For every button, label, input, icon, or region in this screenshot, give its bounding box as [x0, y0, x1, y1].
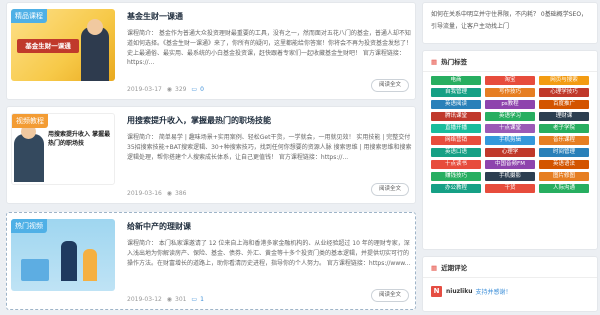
tag-button[interactable]: 图片修图 [539, 172, 589, 181]
tag-button[interactable]: 心理学 [485, 148, 535, 157]
tag-button[interactable]: 淘宝 [485, 76, 535, 85]
tag-button[interactable]: 理财课 [539, 112, 589, 121]
tag-button[interactable]: ps教程 [485, 100, 535, 109]
post-card: 用搜索提升收入 掌握最热门的职场技 视频教程 用搜索提升收入，掌握最热门的职场技… [6, 106, 416, 204]
tag-button[interactable]: 手机摄影 [485, 172, 535, 181]
eye-icon: ◉ [166, 296, 173, 303]
post-category-tag[interactable]: 热门视频 [11, 219, 47, 233]
post-excerpt: 课程简介： 本门私家课邀请了 12 位来自上海和香港多家金融机构的、从业经验超过… [127, 240, 411, 267]
post-list: 基金生财一课通 精品课程 基金生财一课通 课程简介： 基金作为普通大众投资理财最… [6, 2, 416, 315]
widget-title: ▦ 热门标签 [423, 51, 597, 72]
post-excerpt: 课程简介： 基金作为普通大众投资理财最重要的工具，没有之一，然而面对五花八门的基… [127, 30, 412, 67]
tag-button[interactable]: 英语语法 [539, 160, 589, 169]
tag-button[interactable]: 十点课堂 [485, 124, 535, 133]
post-date: 2019-03-12 [127, 296, 162, 303]
tag-button[interactable]: 干货 [485, 184, 535, 193]
post-card: 基金生财一课通 精品课程 基金生财一课通 课程简介： 基金作为普通大众投资理财最… [6, 2, 416, 100]
post-title[interactable]: 基金生财一课通 [127, 11, 412, 22]
widget-title: ▦ 近期评论 [423, 257, 597, 278]
post-comments: 1 [200, 296, 204, 303]
comment-item[interactable]: N niuzliku 支持并感谢！ [423, 278, 597, 305]
search-suggestions-widget: 如何在关系中明立并守住界限，不内耗？ 0基础概学SEO，引导流量，让客户主动找上… [422, 2, 598, 44]
person-figure [14, 134, 44, 182]
read-more-button[interactable]: 阅读全文 [371, 79, 409, 92]
comment-text[interactable]: 支持并感谢！ [475, 287, 511, 296]
post-views: 301 [175, 296, 187, 303]
tag-grid: 电商 淘宝 网页与搜索 自我管理 写作技巧 心理学技巧 英语阅读 ps教程 百度推广 腾讯课堂 英语… [423, 72, 597, 197]
thumb-caption: 基金生财一课通 [17, 39, 79, 53]
tag-button[interactable]: 心理学技巧 [539, 88, 589, 97]
sidebar: 如何在关系中明立并守住界限，不内耗？ 0基础概学SEO，引导流量，让客户主动找上… [422, 0, 598, 315]
post-category-tag[interactable]: 精品课程 [11, 9, 47, 23]
post-views: 329 [175, 86, 187, 93]
comment-author[interactable]: niuzliku [446, 288, 472, 295]
post-meta: 2019-03-17 ◉ 329 ▭ 0 [127, 86, 207, 93]
tag-button[interactable]: 音乐课程 [539, 136, 589, 145]
tag-button[interactable]: 老子学院 [539, 124, 589, 133]
tag-button[interactable]: 英语阅读 [431, 100, 481, 109]
comment-icon: ▭ [191, 86, 198, 93]
eye-icon: ◉ [166, 86, 173, 93]
thumb-caption: 用搜索提升收入 掌握最热门的职场技 [48, 131, 111, 147]
tag-button[interactable]: 人际沟通 [539, 184, 589, 193]
tag-button[interactable]: 网页与搜索 [539, 76, 589, 85]
read-more-button[interactable]: 阅读全文 [371, 289, 409, 302]
widget-title-text: 近期评论 [441, 264, 468, 272]
post-views: 386 [175, 190, 187, 197]
comment-icon: ▭ [191, 296, 198, 303]
tag-button[interactable]: 电商 [431, 76, 481, 85]
post-meta: 2019-03-12 ◉ 301 ▭ 1 [127, 296, 207, 303]
post-excerpt: 课程简介： 简单易学 | 趣味场景+实用案例、轻松Get干货，一学就会，一用就见… [127, 134, 412, 161]
post-category-tag[interactable]: 视频教程 [12, 114, 48, 128]
tag-button[interactable]: 英语口语 [431, 148, 481, 157]
post-thumbnail[interactable]: 热门视频 [11, 219, 115, 291]
post-meta: 2019-03-16 ◉ 386 [127, 190, 190, 197]
post-date: 2019-03-17 [127, 86, 162, 93]
search-suggestions[interactable]: 如何在关系中明立并守住界限，不内耗？ 0基础概学SEO，引导流量，让客户主动找上… [423, 3, 597, 39]
tag-button[interactable]: 自我管理 [431, 88, 481, 97]
tag-button[interactable]: 直播开播 [431, 124, 481, 133]
person-figure [61, 241, 77, 281]
tag-button[interactable]: 手机剪辑 [485, 136, 535, 145]
person-head [87, 19, 103, 35]
tag-button[interactable]: 网络营销 [431, 136, 481, 145]
tag-button[interactable]: 英语学习 [485, 112, 535, 121]
eye-icon: ◉ [166, 190, 173, 197]
avatar: N [431, 286, 442, 297]
tags-icon: ▦ [431, 58, 438, 66]
person-figure [81, 27, 109, 81]
recent-comments-widget: ▦ 近期评论 N niuzliku 支持并感谢！ [422, 256, 598, 312]
tag-button[interactable]: 写作技巧 [485, 88, 535, 97]
widget-title-text: 热门标签 [441, 58, 468, 66]
post-card: 热门视频 给新中产的理财课 课程简介： 本门私家课邀请了 12 位来自上海和香港… [6, 212, 416, 310]
hot-tags-widget: ▦ 热门标签 电商 淘宝 网页与搜索自我管理 写作技巧 心理学技巧英语阅读 ps教程 百度推广… [422, 50, 598, 250]
tag-button[interactable]: 赚钱技巧 [431, 172, 481, 181]
post-thumbnail[interactable]: 用搜索提升收入 掌握最热门的职场技 视频教程 [11, 113, 115, 185]
chart-illustration [21, 259, 49, 281]
comments-icon: ▦ [431, 264, 438, 272]
post-title[interactable]: 给新中产的理财课 [127, 221, 412, 232]
tag-button[interactable]: 时间管理 [539, 148, 589, 157]
tag-button[interactable]: 办公教程 [431, 184, 481, 193]
person-figure-2 [83, 249, 97, 281]
tag-button[interactable]: 腾讯课堂 [431, 112, 481, 121]
post-thumbnail[interactable]: 基金生财一课通 精品课程 [11, 9, 115, 81]
tag-button[interactable]: 中国音频FM [485, 160, 535, 169]
post-comments: 0 [200, 86, 204, 93]
tag-button[interactable]: 百度推广 [539, 100, 589, 109]
read-more-button[interactable]: 阅读全文 [371, 183, 409, 196]
post-title[interactable]: 用搜索提升收入，掌握最热门的职场技能 [127, 115, 412, 126]
tag-button[interactable]: 十点读书 [431, 160, 481, 169]
post-date: 2019-03-16 [127, 190, 162, 197]
